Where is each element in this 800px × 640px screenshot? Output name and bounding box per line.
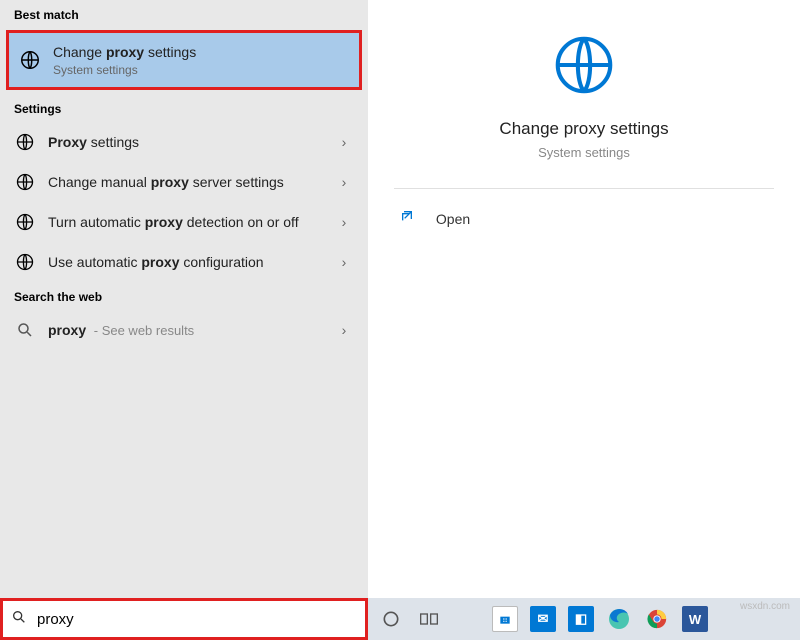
globe-icon bbox=[14, 171, 36, 193]
result-change-manual-proxy[interactable]: Change manual proxy server settings › bbox=[0, 162, 368, 202]
search-input[interactable] bbox=[37, 611, 357, 628]
chevron-right-icon: › bbox=[334, 214, 354, 230]
app-tile-icon[interactable]: ◧ bbox=[564, 603, 598, 635]
chevron-right-icon: › bbox=[334, 134, 354, 150]
preview-title: Change proxy settings bbox=[499, 119, 668, 139]
globe-icon bbox=[549, 30, 619, 105]
result-label: Turn automatic proxy detection on or off bbox=[48, 213, 334, 231]
search-box[interactable] bbox=[0, 598, 368, 640]
search-icon bbox=[11, 609, 29, 630]
search-results-panel: Best match Change proxy settings System … bbox=[0, 0, 368, 598]
search-icon bbox=[14, 319, 36, 341]
chrome-icon[interactable] bbox=[640, 603, 674, 635]
open-action[interactable]: Open bbox=[394, 199, 774, 238]
section-best-match: Best match bbox=[0, 0, 368, 28]
preview-subtitle: System settings bbox=[538, 145, 630, 160]
chevron-right-icon: › bbox=[334, 174, 354, 190]
result-best-change-proxy-settings[interactable]: Change proxy settings System settings bbox=[6, 30, 362, 90]
result-label: Change manual proxy server settings bbox=[48, 173, 334, 191]
result-turn-automatic-proxy[interactable]: Turn automatic proxy detection on or off… bbox=[0, 202, 368, 242]
cortana-icon[interactable] bbox=[374, 603, 408, 635]
word-icon[interactable]: W bbox=[678, 603, 712, 635]
globe-icon bbox=[14, 251, 36, 273]
open-label: Open bbox=[436, 211, 470, 227]
result-label: Use automatic proxy configuration bbox=[48, 253, 334, 271]
chevron-right-icon: › bbox=[334, 322, 354, 338]
preview-panel: Change proxy settings System settings Op… bbox=[368, 0, 800, 598]
section-search-web: Search the web bbox=[0, 282, 368, 310]
watermark: wsxdn.com bbox=[740, 601, 790, 612]
file-explorer-icon[interactable] bbox=[450, 603, 484, 635]
result-label: proxy - See web results bbox=[48, 321, 334, 340]
edge-icon[interactable] bbox=[602, 603, 636, 635]
task-view-icon[interactable] bbox=[412, 603, 446, 635]
globe-icon bbox=[19, 49, 41, 71]
result-label: Change proxy settings System settings bbox=[53, 43, 349, 77]
result-web-proxy[interactable]: proxy - See web results › bbox=[0, 310, 368, 350]
result-label: Proxy settings bbox=[48, 133, 334, 151]
globe-icon bbox=[14, 211, 36, 233]
globe-icon bbox=[14, 131, 36, 153]
section-settings: Settings bbox=[0, 94, 368, 122]
microsoft-store-icon[interactable] bbox=[488, 603, 522, 635]
result-use-automatic-proxy[interactable]: Use automatic proxy configuration › bbox=[0, 242, 368, 282]
mail-icon[interactable]: ✉ bbox=[526, 603, 560, 635]
result-proxy-settings[interactable]: Proxy settings › bbox=[0, 122, 368, 162]
open-icon bbox=[398, 209, 420, 228]
chevron-right-icon: › bbox=[334, 254, 354, 270]
taskbar: ✉ ◧ W wsxdn.com bbox=[368, 598, 800, 640]
divider bbox=[394, 188, 774, 189]
